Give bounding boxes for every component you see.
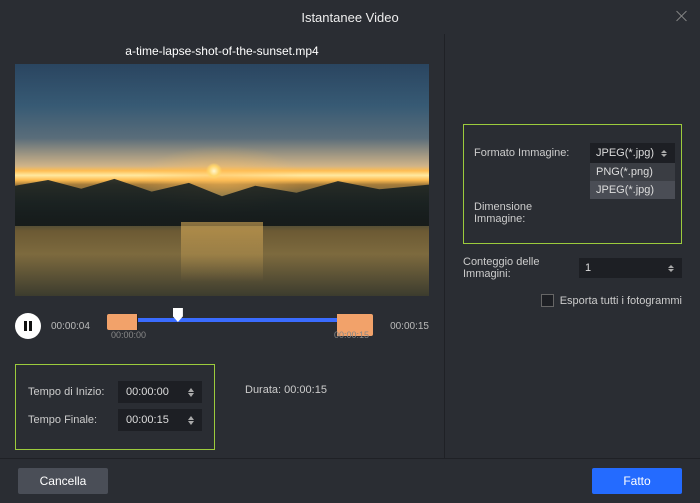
format-option-jpeg[interactable]: JPEG(*.jpg): [590, 181, 675, 199]
current-time-label: 00:00:04: [51, 321, 101, 332]
cancel-button[interactable]: Cancella: [18, 468, 108, 494]
image-format-select[interactable]: JPEG(*.jpg) PNG(*.png) JPEG(*.jpg): [590, 143, 675, 163]
total-time-label: 00:00:15: [379, 321, 429, 332]
done-button[interactable]: Fatto: [592, 468, 682, 494]
chevron-updown-icon: [661, 146, 671, 160]
duration-readout: Durata: 00:00:15: [245, 364, 327, 396]
range-start-handle[interactable]: [107, 314, 138, 330]
start-time-stepper[interactable]: [188, 382, 200, 402]
video-preview[interactable]: [15, 64, 429, 296]
pause-icon: [24, 321, 32, 331]
export-all-frames-checkbox[interactable]: [541, 294, 554, 307]
seek-track[interactable]: [111, 318, 369, 322]
end-time-stepper[interactable]: [188, 410, 200, 430]
tick-start-label: 00:00:00: [111, 330, 146, 340]
pause-button[interactable]: [15, 313, 41, 339]
close-icon[interactable]: [674, 8, 690, 24]
start-time-label: Tempo di Inizio:: [28, 386, 104, 398]
image-size-label: Dimensione Immagine:: [474, 201, 582, 225]
time-range-box: Tempo di Inizio: Tempo Finale:: [15, 364, 215, 450]
end-time-label: Tempo Finale:: [28, 414, 97, 426]
preview-decoration: [206, 163, 222, 179]
chevron-updown-icon: [668, 261, 678, 275]
format-option-png[interactable]: PNG(*.png): [590, 163, 675, 181]
image-format-label: Formato Immagine:: [474, 147, 582, 159]
export-all-frames-label: Esporta tutti i fotogrammi: [560, 295, 682, 307]
image-format-box: Formato Immagine: JPEG(*.jpg) PNG(*.png)…: [463, 124, 682, 244]
image-format-dropdown[interactable]: PNG(*.png) JPEG(*.jpg): [590, 163, 675, 199]
video-filename: a-time-lapse-shot-of-the-sunset.mp4: [15, 44, 429, 58]
tick-end-label: 00:00:15: [334, 330, 369, 340]
preview-decoration: [181, 222, 264, 282]
image-count-spinner[interactable]: 1: [579, 258, 682, 278]
image-count-label: Conteggio delle Immagini:: [463, 256, 571, 280]
dialog-title: Istantanee Video: [301, 10, 398, 25]
